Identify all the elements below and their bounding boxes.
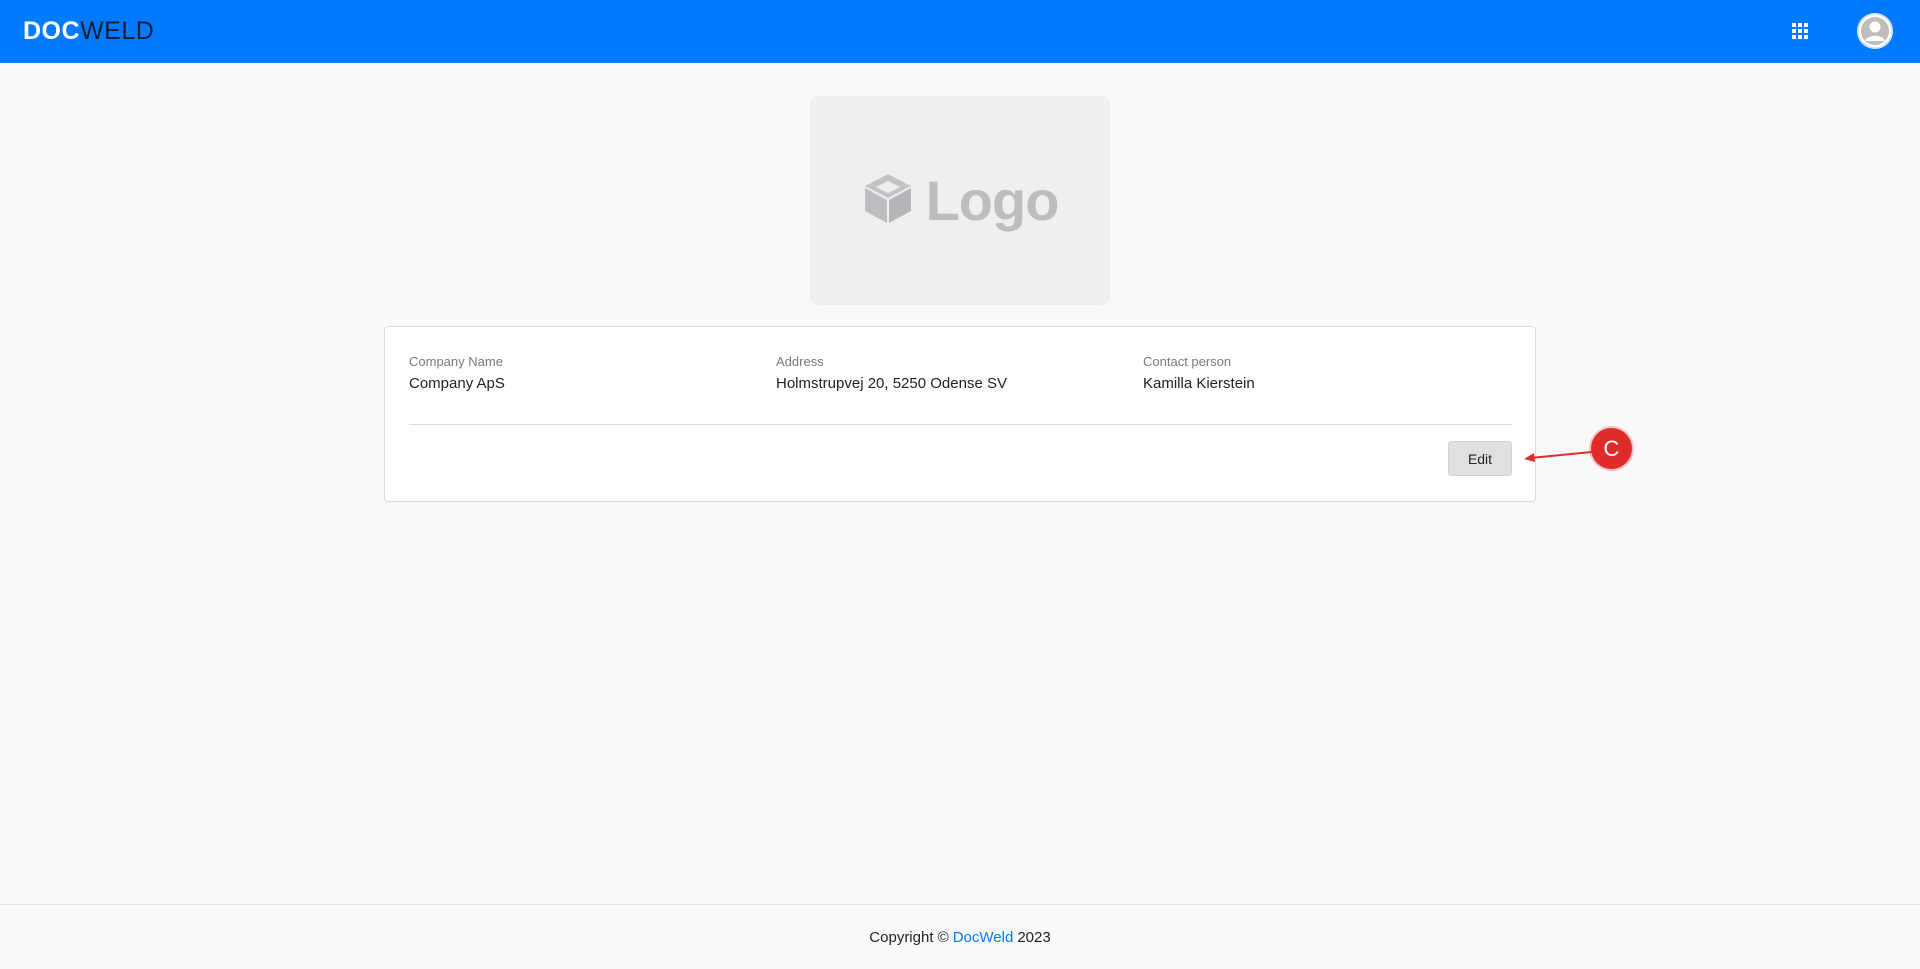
user-avatar-icon[interactable] bbox=[1857, 13, 1893, 49]
cube-icon bbox=[862, 172, 914, 229]
copyright-text: Copyright © bbox=[869, 928, 949, 946]
card-divider bbox=[409, 424, 1512, 425]
footer: Copyright © DocWeld 2023 bbox=[0, 904, 1920, 969]
brand-logo[interactable]: DOC WELD bbox=[23, 16, 154, 46]
company-info-card: Company Name Company ApS Address Holmstr… bbox=[384, 326, 1536, 502]
address-label: Address bbox=[776, 354, 824, 369]
company-name-value: Company ApS bbox=[409, 375, 505, 392]
edit-button[interactable]: Edit bbox=[1448, 441, 1512, 476]
brand-weld-text: WELD bbox=[80, 16, 155, 45]
brand-doc-text: DOC bbox=[23, 16, 81, 45]
company-logo-placeholder: Logo bbox=[810, 96, 1110, 305]
contact-person-field: Contact person Kamilla Kierstein bbox=[1143, 354, 1255, 392]
grid-icon[interactable] bbox=[1788, 19, 1812, 43]
address-value: Holmstrupvej 20, 5250 Odense SV bbox=[776, 375, 1007, 392]
contact-person-value: Kamilla Kierstein bbox=[1143, 375, 1255, 392]
address-field: Address Holmstrupvej 20, 5250 Odense SV bbox=[776, 354, 1007, 392]
top-navbar: DOC WELD bbox=[0, 0, 1920, 63]
company-name-field: Company Name Company ApS bbox=[409, 354, 505, 392]
contact-person-label: Contact person bbox=[1143, 354, 1232, 369]
docweld-link[interactable]: DocWeld bbox=[953, 929, 1014, 946]
copyright-year: 2023 bbox=[1017, 928, 1051, 946]
logo-placeholder-text: Logo bbox=[925, 169, 1060, 232]
annotation-marker-c: C bbox=[1591, 428, 1632, 469]
company-name-label: Company Name bbox=[409, 354, 503, 369]
